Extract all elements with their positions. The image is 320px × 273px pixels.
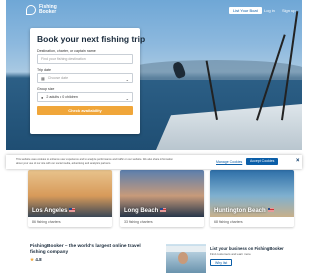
why-list-button[interactable]: Why list — [210, 259, 233, 266]
promo-title: List your business on FishingBooker — [210, 246, 284, 251]
city-charter-count: 68 fishing charters — [210, 217, 294, 227]
us-flag-icon — [160, 208, 167, 213]
city-name: Huntington Beach — [214, 208, 274, 214]
date-input[interactable]: ▦ Choose date ⌄ — [37, 73, 133, 83]
city-card-los-angeles[interactable]: Los Angeles 86 fishing charters — [28, 170, 112, 227]
hero-boat — [156, 103, 302, 150]
date-placeholder: Choose date — [47, 76, 69, 80]
about-section: FishingBooker – the world's largest onli… — [30, 244, 150, 263]
city-name: Long Beach — [124, 208, 167, 214]
search-title: Book your next fishing trip — [37, 34, 146, 44]
us-flag-icon — [267, 208, 274, 213]
close-icon[interactable]: × — [296, 158, 300, 164]
promo-canopy — [166, 246, 206, 252]
star-icon: ★ — [30, 257, 35, 262]
group-label: Group size — [37, 87, 55, 91]
calendar-icon: ▦ — [41, 75, 45, 81]
list-your-boat-button[interactable]: List Your Boat — [229, 7, 262, 14]
chevron-down-icon: ⌄ — [125, 96, 129, 101]
group-size-select[interactable]: ● 2 adults • 0 children ⌄ — [37, 92, 133, 102]
captain-photo — [178, 252, 188, 264]
cookie-banner: This website uses cookies to enhance use… — [6, 155, 302, 169]
group-value: 2 adults • 0 children — [46, 95, 78, 99]
check-availability-button[interactable]: Check availability — [37, 106, 133, 115]
logo-text: Fishing Booker — [39, 4, 57, 15]
login-link[interactable]: Log in — [264, 7, 275, 14]
about-title: FishingBooker – the world's largest onli… — [30, 244, 141, 255]
city-card-huntington-beach[interactable]: Huntington Beach 68 fishing charters — [210, 170, 294, 227]
destination-placeholder: Find your fishing destination — [41, 57, 86, 61]
hero-banner: Fishing Booker List Your Boat Log in Sig… — [6, 0, 302, 150]
list-business-promo: List your business on FishingBooker Find… — [166, 244, 302, 273]
city-name: Los Angeles — [32, 208, 76, 214]
destination-label: Destination, charter, or captain name — [37, 49, 96, 53]
search-card: Book your next fishing trip Destination,… — [30, 28, 146, 134]
date-label: Trip date — [37, 68, 52, 72]
rating: ★ 4.8 — [30, 257, 150, 263]
destination-input[interactable]: Find your fishing destination — [37, 54, 133, 64]
page: Fishing Booker List Your Boat Log in Sig… — [6, 0, 302, 273]
us-flag-icon — [69, 208, 76, 213]
cookie-text: This website uses cookies to enhance use… — [16, 158, 173, 165]
top-nav: Fishing Booker List Your Boat Log in Sig… — [6, 0, 302, 20]
manage-cookies-link[interactable]: Manage Cookies — [216, 160, 242, 164]
city-card-long-beach[interactable]: Long Beach 33 fishing charters — [120, 170, 204, 227]
logo-icon — [26, 5, 36, 15]
chevron-down-icon: ⌄ — [125, 77, 129, 82]
signup-link[interactable]: Sign up — [282, 7, 296, 14]
rating-value: 4.8 — [35, 257, 42, 262]
city-charter-count: 86 fishing charters — [28, 217, 112, 227]
person-icon: ● — [41, 94, 44, 100]
city-charter-count: 33 fishing charters — [120, 217, 204, 227]
logo[interactable]: Fishing Booker — [26, 5, 61, 15]
promo-image — [166, 244, 206, 273]
promo-subtitle: Find customers and earn more — [210, 252, 251, 256]
accept-cookies-button[interactable]: Accept Cookies — [246, 158, 279, 165]
